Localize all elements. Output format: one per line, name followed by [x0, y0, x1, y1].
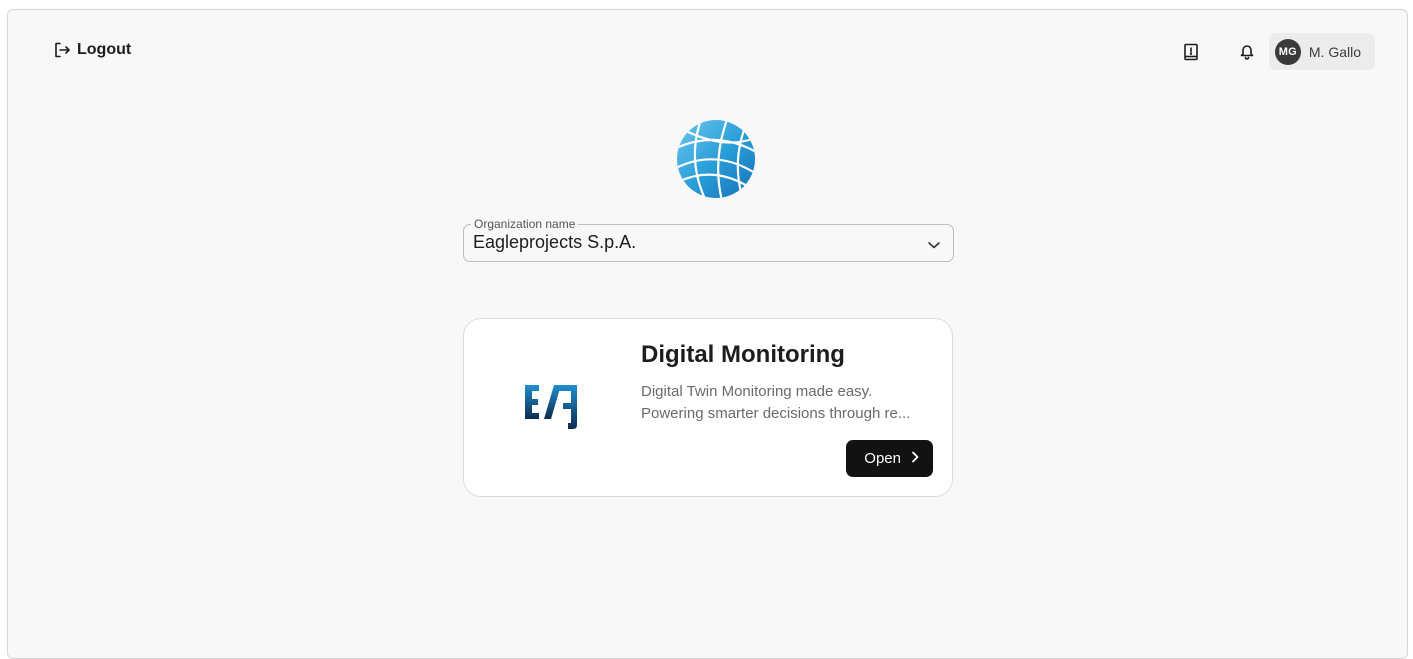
app-card-description-line2: Powering smarter decisions through re...: [641, 405, 911, 422]
app-card-description: Digital Twin Monitoring made easy. Power…: [641, 381, 936, 425]
app-card-description-line1: Digital Twin Monitoring made easy.: [641, 383, 873, 400]
app-window: Logout MG M. Gallo Organization name Eag…: [7, 9, 1408, 659]
chevron-right-icon: [911, 450, 919, 467]
avatar: MG: [1274, 38, 1301, 65]
open-button-label: Open: [864, 450, 901, 467]
header-actions: MG M. Gallo: [1177, 33, 1375, 70]
logout-label: Logout: [77, 41, 132, 58]
organization-select[interactable]: Organization name Eagleprojects S.p.A.: [463, 216, 954, 262]
organization-globe-logo: [676, 119, 756, 199]
logout-button[interactable]: Logout: [53, 41, 131, 59]
user-menu[interactable]: MG M. Gallo: [1268, 33, 1375, 70]
chevron-down-icon: [927, 237, 941, 255]
bell-icon[interactable]: [1233, 38, 1261, 66]
organization-label: Organization name: [471, 216, 579, 232]
organization-value: Eagleprojects S.p.A.: [473, 232, 637, 252]
book-icon[interactable]: [1177, 38, 1205, 66]
logout-icon: [53, 41, 71, 59]
user-name: M. Gallo: [1308, 43, 1361, 60]
app-card-digital-monitoring: Digital Monitoring Digital Twin Monitori…: [463, 318, 953, 497]
app-card-title: Digital Monitoring: [641, 341, 845, 368]
open-button[interactable]: Open: [846, 440, 933, 477]
ea-logo-icon: [522, 379, 584, 440]
